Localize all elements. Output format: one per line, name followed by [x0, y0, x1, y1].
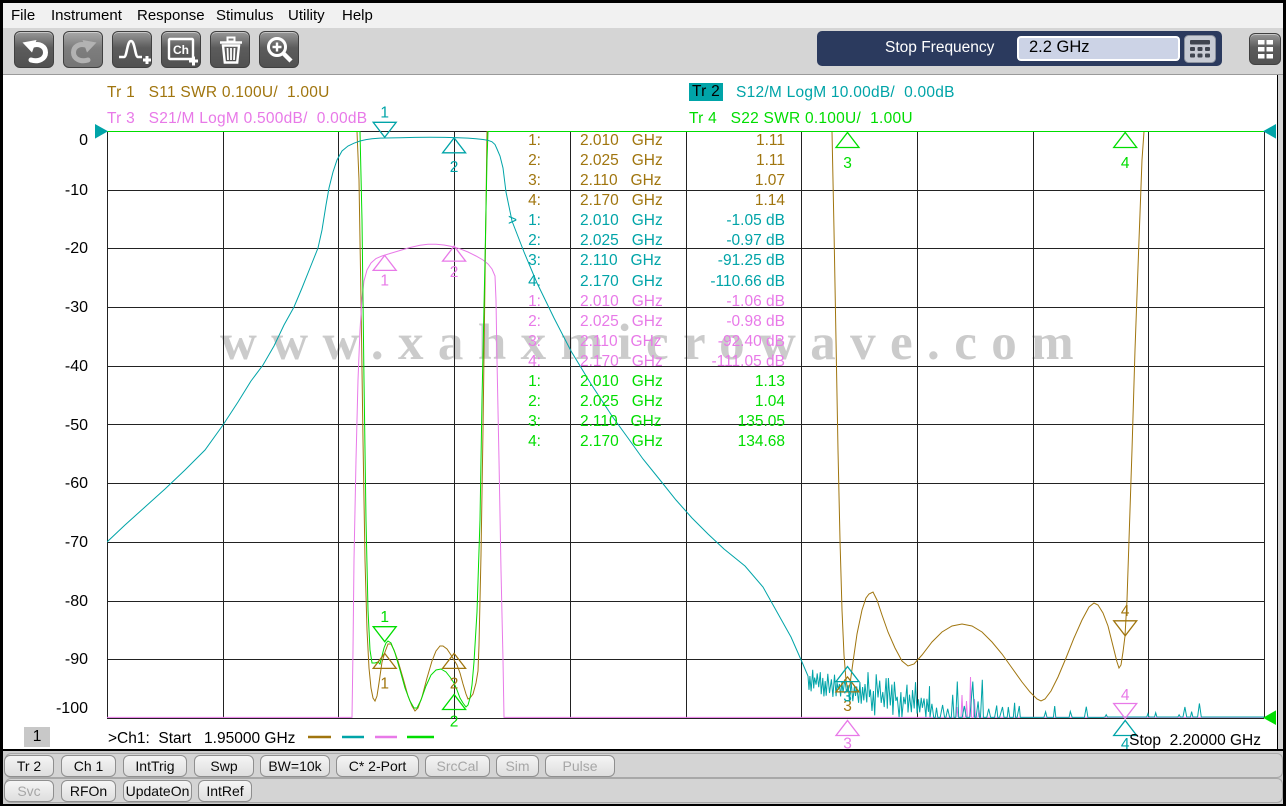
svg-text:Ch: Ch: [173, 43, 189, 57]
svg-text:2: 2: [450, 714, 459, 731]
svg-text:1: 1: [380, 105, 389, 122]
svg-text:3: 3: [843, 736, 852, 750]
svg-text:1: 1: [380, 272, 389, 289]
svg-text:4: 4: [1121, 155, 1130, 172]
svg-text:4: 4: [1121, 687, 1130, 704]
svg-text:2: 2: [450, 264, 459, 281]
svg-text:2: 2: [450, 675, 459, 692]
svg-text:1: 1: [380, 609, 389, 626]
svg-text:2: 2: [450, 159, 459, 176]
svg-text:1: 1: [380, 675, 389, 692]
svg-text:4: 4: [1121, 603, 1130, 620]
svg-text:3: 3: [843, 155, 852, 172]
svg-text:3: 3: [843, 689, 852, 706]
